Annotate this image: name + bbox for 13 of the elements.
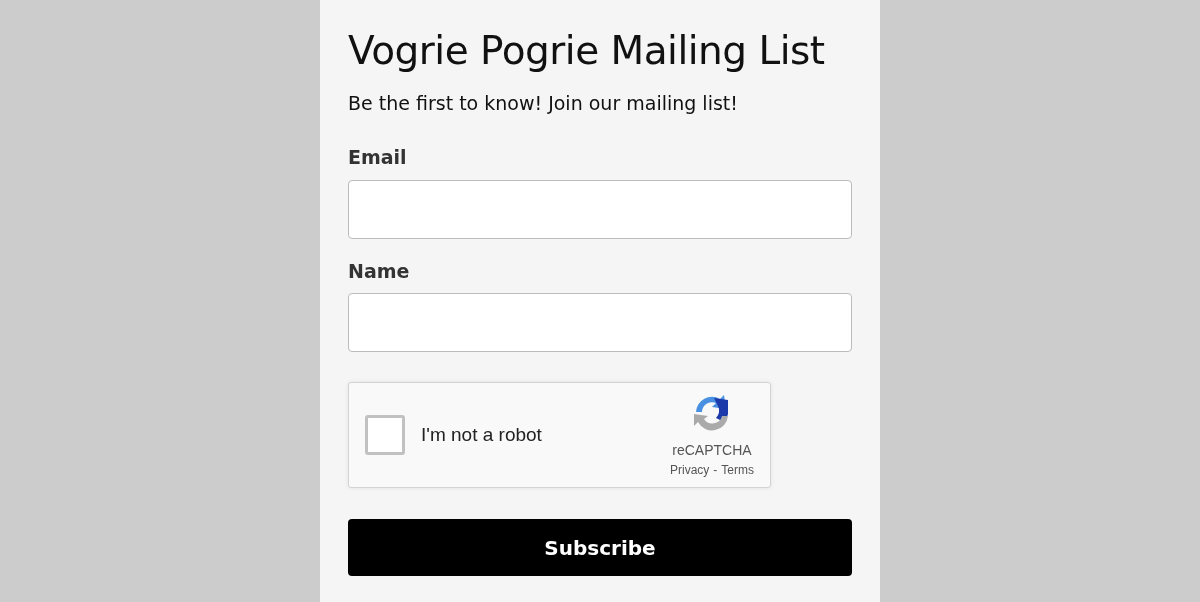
- input-field[interactable]: [348, 179, 852, 239]
- field-label: Name: [348, 258, 411, 284]
- separator-text: -: [713, 461, 718, 479]
- privacy-link[interactable]: Privacy: [670, 460, 710, 479]
- terms-link[interactable]: Terms: [721, 460, 754, 479]
- page-title: Vogrie Pogrie Mailing List: [348, 28, 826, 75]
- input-field[interactable]: [348, 293, 852, 353]
- subscribe-button[interactable]: Subscribe: [348, 519, 852, 577]
- checkbox-label: I'm not a robot: [421, 423, 542, 448]
- checkbox[interactable]: [365, 415, 405, 456]
- field-label: Email: [348, 145, 408, 171]
- brand-text: reCAPTCHA: [672, 440, 752, 460]
- intro-text: Be the first to know! Join our mailing list!: [348, 90, 739, 116]
